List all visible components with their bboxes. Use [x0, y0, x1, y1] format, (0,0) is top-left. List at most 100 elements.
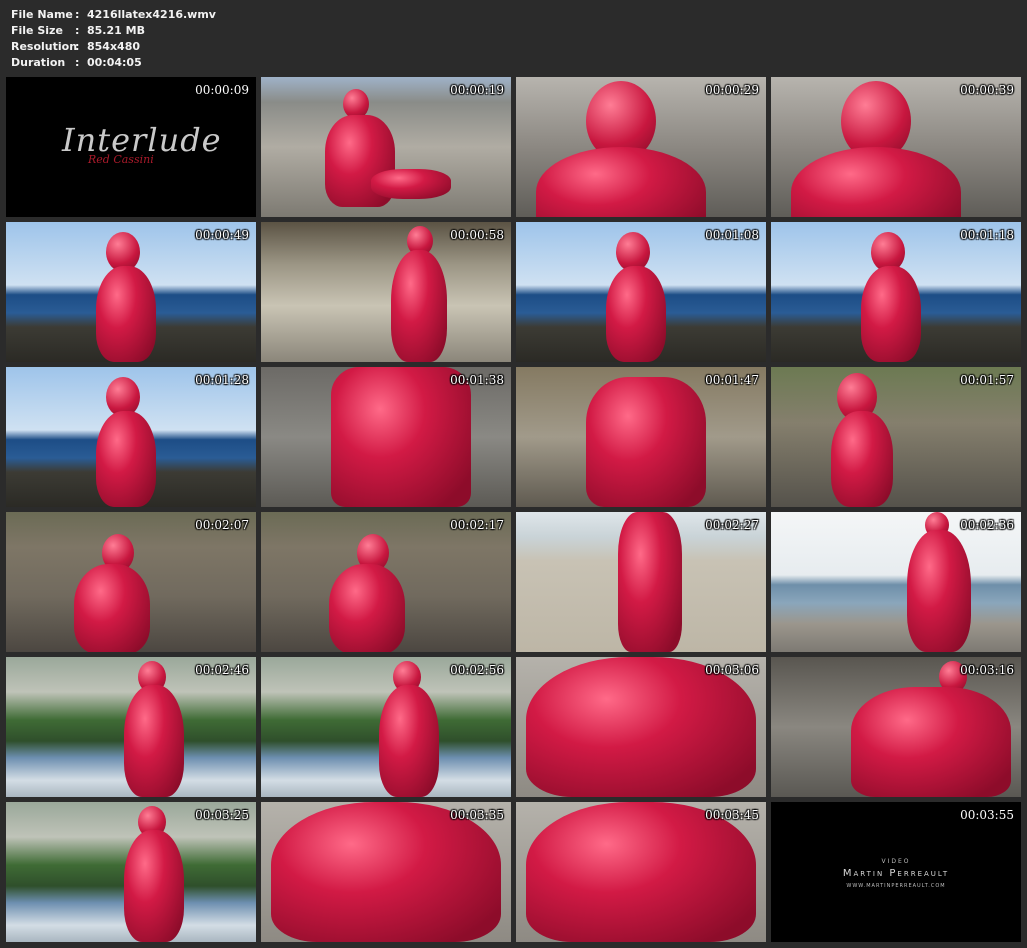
timestamp: 00:01:57 [960, 373, 1014, 387]
video-thumbnail[interactable]: 00:02:56 [261, 657, 511, 797]
thumbnail-scene [261, 657, 511, 797]
credit-top: VIDEO [881, 858, 911, 865]
video-thumbnail[interactable]: 00:03:35 [261, 802, 511, 942]
info-row-resolution: Resolution : 854x480 [11, 39, 216, 55]
timestamp: 00:01:47 [705, 373, 759, 387]
video-thumbnail[interactable]: 00:02:46 [6, 657, 256, 797]
figure [331, 367, 471, 507]
info-value: 85.21 MB [87, 24, 145, 37]
figure [74, 564, 150, 652]
thumbnail-grid: Interlude Red Cassini 00:00:09 00:00:19 00:0… [6, 77, 1021, 942]
timestamp: 00:00:19 [450, 83, 504, 97]
info-label: Resolution [11, 40, 78, 53]
info-value: 00:04:05 [87, 56, 142, 69]
thumbnail-scene [516, 77, 766, 217]
thumbnail-scene [516, 802, 766, 942]
info-label: Duration [11, 56, 66, 69]
credit-name: Martin Perreault [842, 868, 950, 879]
video-thumbnail[interactable]: 00:01:47 [516, 367, 766, 507]
thumbnail-scene [6, 367, 256, 507]
credit-url: WWW.MARTINPERREAULT.COM [846, 883, 946, 889]
thumbnail-scene [516, 222, 766, 362]
video-thumbnail[interactable]: 00:00:49 [6, 222, 256, 362]
video-thumbnail[interactable]: 00:03:25 [6, 802, 256, 942]
info-row-file-name: File Name : 4216llatex4216.wmv [11, 7, 216, 23]
info-separator: : [75, 8, 80, 21]
timestamp: 00:03:45 [705, 808, 759, 822]
info-separator: : [75, 56, 80, 69]
figure [618, 512, 682, 652]
info-value: 854x480 [87, 40, 141, 53]
video-thumbnail[interactable]: 00:00:58 [261, 222, 511, 362]
thumbnail-scene [771, 222, 1021, 362]
figure [526, 802, 756, 942]
video-thumbnail[interactable]: 00:00:29 [516, 77, 766, 217]
video-thumbnail[interactable]: 00:02:07 [6, 512, 256, 652]
thumbnail-scene [771, 512, 1021, 652]
thumbnail-scene [771, 657, 1021, 797]
thumbnail-scene [516, 657, 766, 797]
figure [271, 802, 501, 942]
timestamp: 00:01:08 [705, 228, 759, 242]
info-separator: : [75, 24, 80, 37]
video-thumbnail[interactable]: 00:02:27 [516, 512, 766, 652]
thumbnail-scene [261, 802, 511, 942]
figure [536, 147, 706, 217]
thumbnail-scene [6, 802, 256, 942]
video-thumbnail[interactable]: 00:01:38 [261, 367, 511, 507]
video-thumbnail[interactable]: 00:03:06 [516, 657, 766, 797]
figure [606, 266, 666, 362]
figure [586, 377, 706, 507]
figure [96, 411, 156, 507]
figure [391, 250, 447, 362]
thumbnail-scene [771, 77, 1021, 217]
timestamp: 00:02:56 [450, 663, 504, 677]
video-thumbnail[interactable]: 00:00:39 [771, 77, 1021, 217]
thumbnail-scene [771, 367, 1021, 507]
timestamp: 00:00:39 [960, 83, 1014, 97]
thumbnail-scene [261, 367, 511, 507]
title-card-subtitle: Red Cassini [88, 153, 154, 166]
video-thumbnail[interactable]: 00:01:28 [6, 367, 256, 507]
timestamp: 00:00:49 [195, 228, 249, 242]
video-thumbnail[interactable]: Interlude Red Cassini 00:00:09 [6, 77, 256, 217]
timestamp: 00:02:07 [195, 518, 249, 532]
figure [831, 411, 893, 507]
timestamp: 00:02:27 [705, 518, 759, 532]
video-thumbnail[interactable]: 00:00:19 [261, 77, 511, 217]
video-thumbnail[interactable]: 00:01:08 [516, 222, 766, 362]
timestamp: 00:02:17 [450, 518, 504, 532]
figure [124, 830, 184, 942]
figure [96, 266, 156, 362]
figure [379, 685, 439, 797]
video-thumbnail[interactable]: VIDEO Martin Perreault WWW.MARTINPERREAULT… [771, 802, 1021, 942]
thumbnail-scene [261, 222, 511, 362]
info-separator: : [75, 40, 80, 53]
video-thumbnail[interactable]: 00:02:36 [771, 512, 1021, 652]
file-info-panel: File Name : 4216llatex4216.wmv File Size… [11, 7, 216, 71]
figure [526, 657, 756, 797]
thumbnail-scene [6, 512, 256, 652]
thumbnail-scene [516, 512, 766, 652]
video-thumbnail[interactable]: 00:03:16 [771, 657, 1021, 797]
figure [861, 266, 921, 362]
thumbnail-scene [6, 222, 256, 362]
video-thumbnail[interactable]: 00:01:57 [771, 367, 1021, 507]
timestamp: 00:03:25 [195, 808, 249, 822]
info-row-file-size: File Size : 85.21 MB [11, 23, 216, 39]
timestamp: 00:02:46 [195, 663, 249, 677]
info-label: File Size [11, 24, 63, 37]
figure [851, 687, 1011, 797]
video-thumbnail[interactable]: 00:01:18 [771, 222, 1021, 362]
timestamp: 00:03:55 [960, 808, 1014, 822]
timestamp: 00:01:18 [960, 228, 1014, 242]
figure [329, 564, 405, 652]
timestamp: 00:01:38 [450, 373, 504, 387]
info-value: 4216llatex4216.wmv [87, 8, 216, 21]
video-thumbnail[interactable]: 00:02:17 [261, 512, 511, 652]
timestamp: 00:00:09 [195, 83, 249, 97]
info-label: File Name [11, 8, 73, 21]
video-thumbnail[interactable]: 00:03:45 [516, 802, 766, 942]
figure [791, 147, 961, 217]
info-row-duration: Duration : 00:04:05 [11, 55, 216, 71]
